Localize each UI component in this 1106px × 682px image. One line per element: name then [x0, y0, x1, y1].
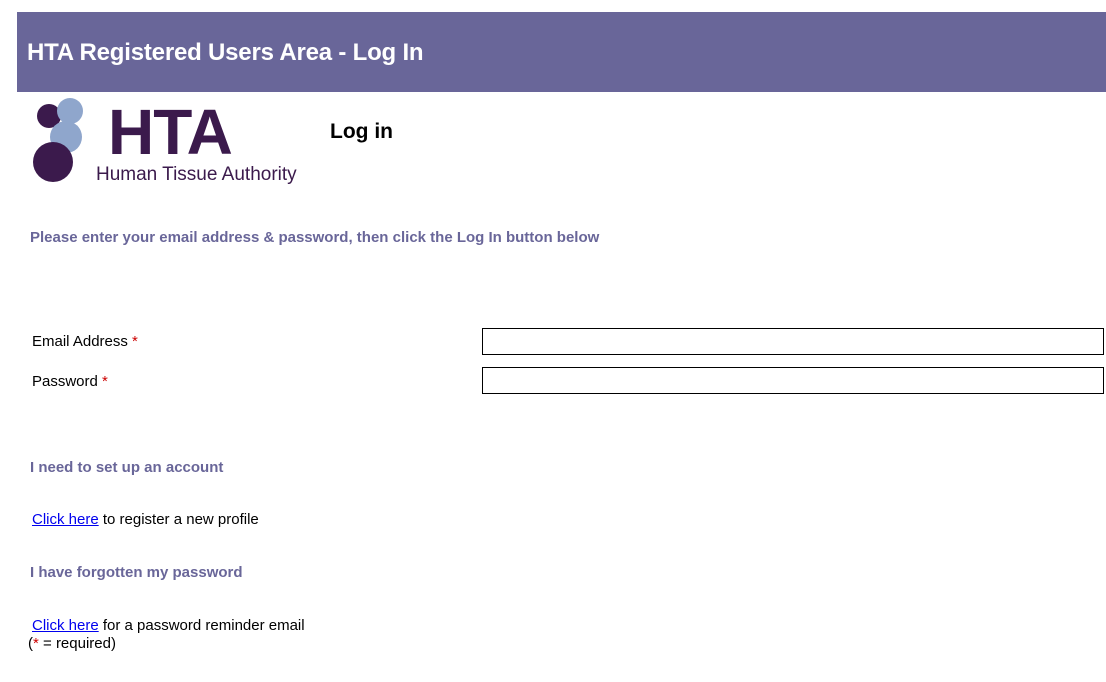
- required-footnote: (* = required): [28, 635, 116, 652]
- email-label-text: Email Address: [32, 333, 128, 350]
- register-link[interactable]: Click here: [32, 511, 99, 528]
- page-title: Log in: [330, 120, 393, 143]
- hta-logo: HTA Human Tissue Authority: [30, 96, 330, 192]
- register-line: Click here to register a new profile: [32, 511, 259, 528]
- password-field[interactable]: [482, 367, 1104, 394]
- forgot-heading: I have forgotten my password: [30, 564, 243, 581]
- register-text: to register a new profile: [98, 511, 259, 528]
- email-field[interactable]: [482, 328, 1104, 355]
- reminder-text: for a password reminder email: [98, 617, 305, 634]
- header-title: HTA Registered Users Area - Log In: [27, 39, 424, 66]
- password-required-mark: *: [102, 373, 108, 390]
- logo-name: Human Tissue Authority: [96, 164, 297, 185]
- password-reminder-link[interactable]: Click here: [32, 617, 99, 634]
- account-heading: I need to set up an account: [30, 459, 224, 476]
- password-label: Password *: [32, 373, 108, 390]
- footnote-rest: = required): [38, 635, 116, 652]
- logo-abbrev: HTA: [108, 96, 233, 168]
- reminder-line: Click here for a password reminder email: [32, 617, 305, 634]
- password-label-text: Password: [32, 373, 98, 390]
- header-bar: HTA Registered Users Area - Log In: [17, 12, 1106, 92]
- email-label: Email Address *: [32, 333, 138, 350]
- instructions-text: Please enter your email address & passwo…: [30, 229, 600, 246]
- email-required-mark: *: [132, 333, 138, 350]
